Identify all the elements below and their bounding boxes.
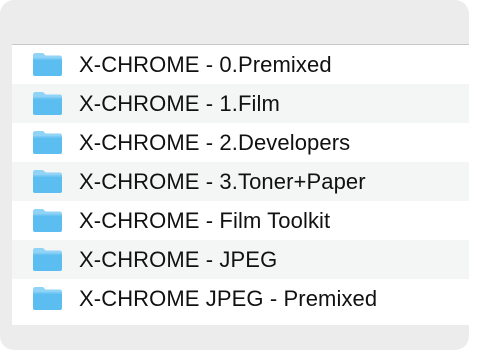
folder-list: X-CHROME - 0.Premixed X-CHROME - 1.Film …	[12, 44, 469, 325]
folder-row[interactable]: X-CHROME - 1.Film	[12, 84, 469, 123]
folder-row[interactable]: X-CHROME - Film Toolkit	[12, 201, 469, 240]
folder-icon	[32, 247, 63, 272]
folder-icon	[32, 52, 63, 77]
folder-name: X-CHROME - 2.Developers	[79, 129, 351, 155]
folder-icon	[32, 286, 63, 311]
folder-row[interactable]: X-CHROME - JPEG	[12, 240, 469, 279]
folder-name: X-CHROME - 0.Premixed	[79, 51, 332, 77]
folder-row[interactable]: X-CHROME - 0.Premixed	[12, 45, 469, 84]
folder-icon	[32, 169, 63, 194]
folder-icon	[32, 208, 63, 233]
folder-row[interactable]: X-CHROME - 3.Toner+Paper	[12, 162, 469, 201]
folder-icon	[32, 130, 63, 155]
finder-panel: X-CHROME - 0.Premixed X-CHROME - 1.Film …	[0, 0, 469, 350]
folder-name: X-CHROME - JPEG	[79, 246, 278, 272]
folder-row[interactable]: X-CHROME JPEG - Premixed	[12, 279, 469, 318]
folder-name: X-CHROME - Film Toolkit	[79, 207, 331, 233]
folder-icon	[32, 91, 63, 116]
folder-name: X-CHROME - 3.Toner+Paper	[79, 168, 366, 194]
folder-name: X-CHROME - 1.Film	[79, 90, 280, 116]
folder-name: X-CHROME JPEG - Premixed	[79, 285, 378, 311]
folder-row[interactable]: X-CHROME - 2.Developers	[12, 123, 469, 162]
